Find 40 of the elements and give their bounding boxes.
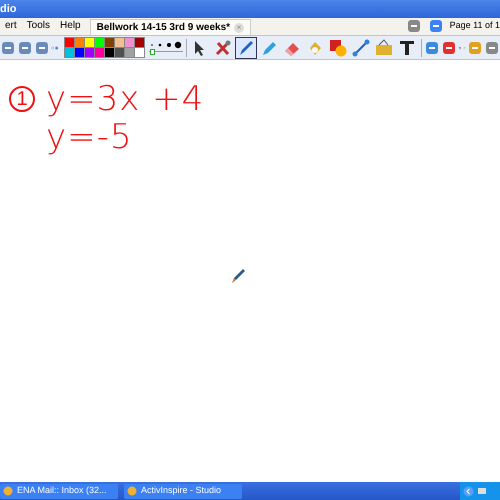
color-swatch[interactable] <box>94 38 104 47</box>
menu-item[interactable]: ert <box>0 18 22 35</box>
taskbar-button[interactable]: ActivInspire - Studio <box>124 484 242 498</box>
color-swatch[interactable] <box>124 48 134 57</box>
pen-cursor-icon <box>229 267 247 285</box>
page-indicator: Page 11 of 1 <box>450 19 500 32</box>
circled-number: 1 <box>9 86 35 112</box>
menu-item[interactable]: Tools <box>22 18 56 35</box>
shapes-icon <box>329 38 347 56</box>
color-swatch[interactable] <box>134 38 144 47</box>
tool-button[interactable] <box>235 36 257 58</box>
app-icon <box>3 486 13 496</box>
color-swatch[interactable] <box>74 48 84 57</box>
color-swatch[interactable] <box>134 48 144 57</box>
document-tab[interactable]: Bellwork 14-15 3rd 9 weeks* × <box>90 19 252 35</box>
color-swatch[interactable] <box>104 48 114 57</box>
pen-width-slider[interactable] <box>148 49 183 55</box>
color-swatch[interactable] <box>64 38 74 47</box>
color-swatch[interactable] <box>124 38 134 47</box>
clip-art-icon <box>375 38 393 56</box>
color-swatch[interactable] <box>84 48 94 57</box>
connector-icon <box>352 38 370 56</box>
taskbar-button[interactable]: ENA Mail:: Inbox (32... <box>0 484 118 498</box>
pen-sizes-icon[interactable] <box>148 40 183 49</box>
color-swatch[interactable] <box>94 48 104 57</box>
color-swatch[interactable] <box>114 38 124 47</box>
chevron-icon[interactable] <box>463 486 474 496</box>
color-swatch[interactable] <box>114 48 124 57</box>
menu-item[interactable]: Help <box>55 18 86 35</box>
pen-icon <box>237 38 255 56</box>
color-swatch[interactable] <box>74 38 84 47</box>
network-icon <box>477 486 488 496</box>
tab-title: Bellwork 14-15 3rd 9 weeks* <box>96 21 230 35</box>
text-tool-icon <box>398 38 416 56</box>
color-swatch[interactable] <box>104 38 114 47</box>
color-swatch[interactable] <box>84 38 94 47</box>
slider-thumb[interactable] <box>150 49 156 55</box>
window-title: dio <box>0 2 16 17</box>
app-icon <box>127 486 137 496</box>
color-swatch[interactable] <box>64 48 74 57</box>
